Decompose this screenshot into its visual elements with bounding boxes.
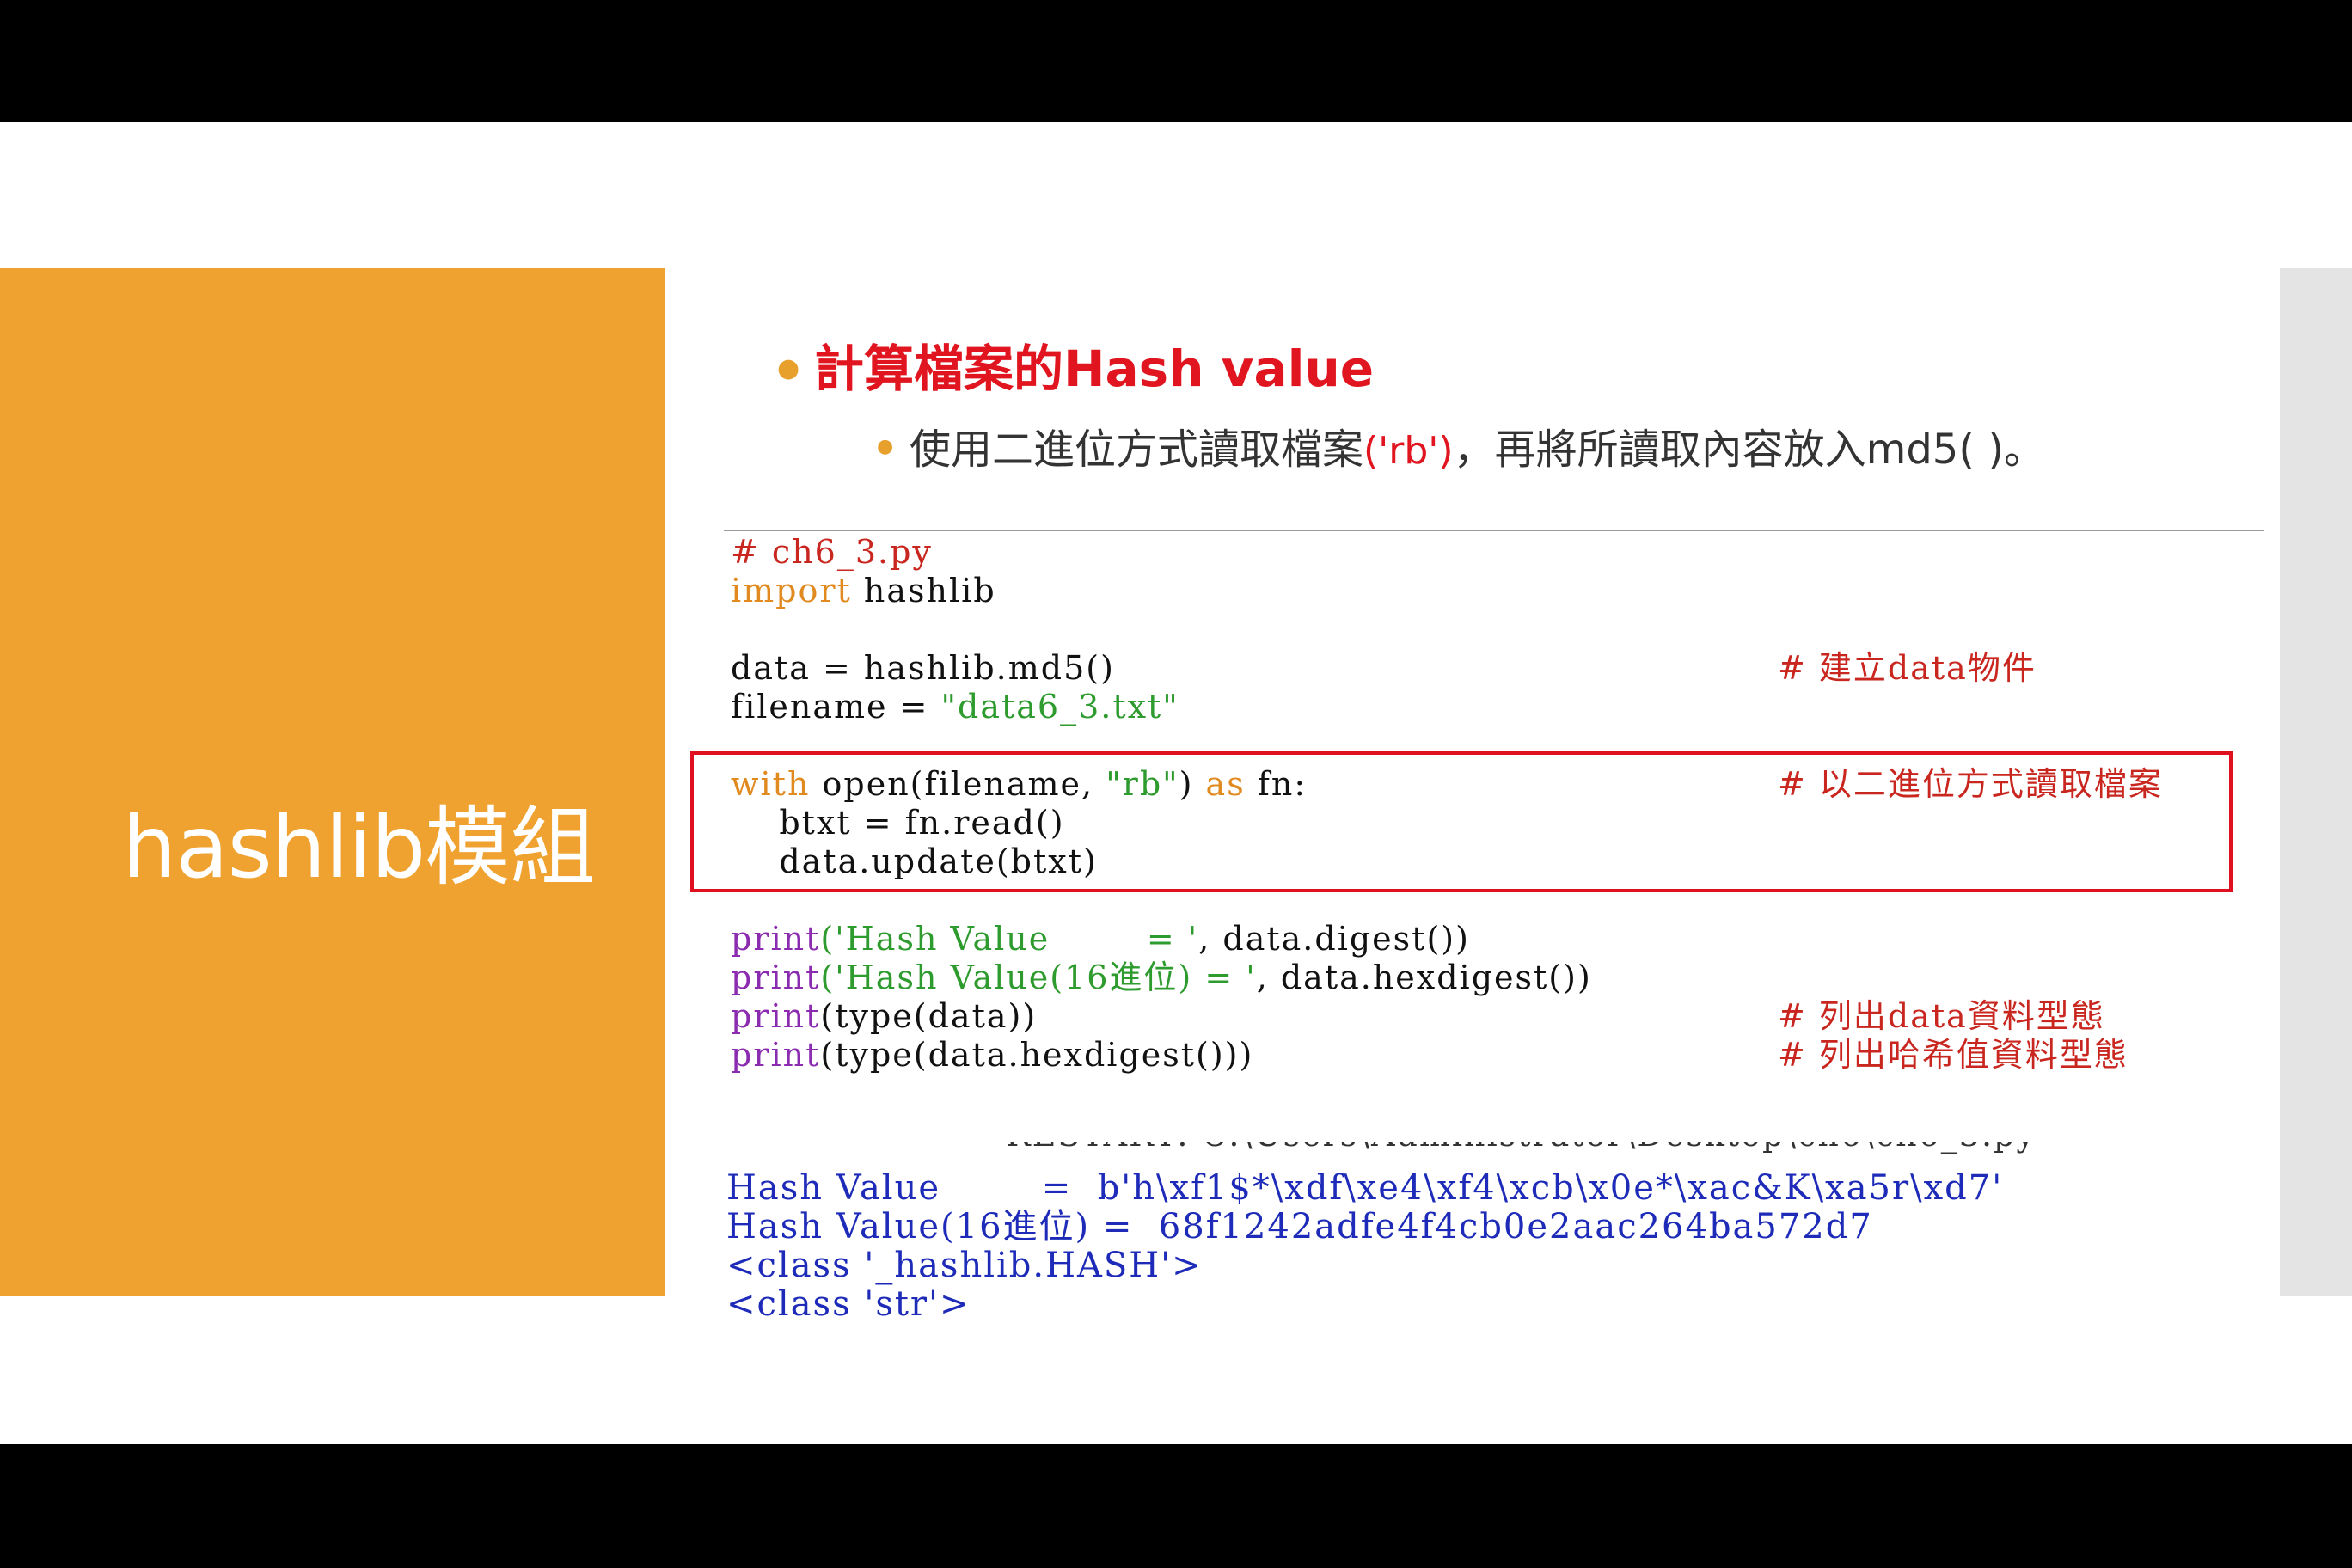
code-open-call: open(filename, (810, 765, 1106, 803)
code-line-filename-comment: # ch6_3.py (731, 533, 933, 571)
code-line-print-digest: print('Hash Value = ', data.digest()) (731, 920, 1470, 959)
code-comment-binary-read: # 以二進位方式讀取檔案 (1778, 765, 2163, 803)
code-line-import: import hashlib (731, 572, 996, 610)
letterbox-top (0, 0, 2352, 122)
code-print-args: (type(data)) (820, 997, 1038, 1035)
code-line-read: btxt = fn.read() (731, 804, 1065, 842)
code-comment-data-type: # 列出data資料型態 (1778, 997, 2105, 1035)
code-print-fn: print (731, 1036, 821, 1074)
subline-text-1: 使用二進位方式讀取檔案 (910, 426, 1364, 474)
output-line-class-hash: <class '_hashlib.HASH'> (726, 1246, 1203, 1285)
code-line-with-open: with open(filename, "rb") as fn: (731, 765, 1307, 804)
code-print-fn: print (731, 997, 821, 1035)
bullet-icon: ● (777, 353, 800, 383)
keyword-import: import (731, 572, 852, 609)
code-print-fn: print (731, 920, 821, 958)
slide-title: hashlib模組 (122, 797, 596, 897)
code-print-string: ('Hash Value = ' (820, 920, 1199, 958)
code-filename-string: "data6_3.txt" (940, 688, 1179, 726)
code-open-close: ) (1179, 765, 1206, 803)
code-fn-alias: fn: (1245, 765, 1308, 803)
code-line-filename: filename = "data6_3.txt" (731, 688, 1179, 726)
keyword-with: with (731, 765, 811, 803)
code-line-md5: data = hashlib.md5() (731, 649, 1115, 687)
output-restart-line-cropped: RESTART: C:\Users\Administrator\Desktop\… (1006, 1142, 2063, 1154)
code-import-rest: hashlib (851, 572, 996, 609)
code-line-update: data.update(btxt) (731, 842, 1098, 880)
sub-bullet-icon: ● (877, 436, 894, 457)
code-print-string: ('Hash Value(16進位) = ' (820, 959, 1257, 996)
presentation-slide: hashlib模組 ● 計算檔案的Hash value ● 使用二進位方式讀取檔… (0, 122, 2352, 1444)
right-gray-strip (2280, 268, 2352, 1296)
code-line-print-hexdigest: print('Hash Value(16進位) = ', data.hexdig… (731, 959, 1592, 997)
letterbox-bottom (0, 1444, 2352, 1568)
output-line-class-str: <class 'str'> (726, 1284, 971, 1324)
bullet-heading: 計算檔案的Hash value (814, 340, 1375, 398)
output-line-hex-value: Hash Value(16進位) = 68f1242adfe4f4cb0e2aa… (726, 1207, 1873, 1246)
code-line-print-type-data: print(type(data)) (731, 997, 1037, 1036)
code-filename-assign: filename = (731, 688, 941, 726)
code-print-args: , data.digest()) (1198, 920, 1470, 958)
code-print-args: (type(data.hexdigest())) (820, 1036, 1254, 1074)
bullet-subline: 使用二進位方式讀取檔案('rb')，再將所讀取內容放入md5( )。 (910, 415, 2045, 475)
subline-mode-rb: ('rb') (1363, 429, 1454, 473)
code-comment-hash-type: # 列出哈希值資料型態 (1778, 1036, 2128, 1074)
subline-text-2: ，再將所讀取內容放入md5( )。 (1453, 426, 2046, 474)
code-line-print-type-hex: print(type(data.hexdigest())) (731, 1036, 1253, 1075)
code-comment-create: # 建立data物件 (1778, 649, 2037, 687)
code-print-fn: print (731, 959, 821, 996)
code-top-rule (724, 530, 2264, 531)
code-rb-string: "rb" (1106, 765, 1179, 803)
code-print-args: , data.hexdigest()) (1256, 959, 1592, 996)
output-line-hash-value: Hash Value = b'h\xf1$*\xdf\xe4\xf4\xcb\x… (726, 1168, 2004, 1208)
keyword-as: as (1205, 765, 1246, 803)
